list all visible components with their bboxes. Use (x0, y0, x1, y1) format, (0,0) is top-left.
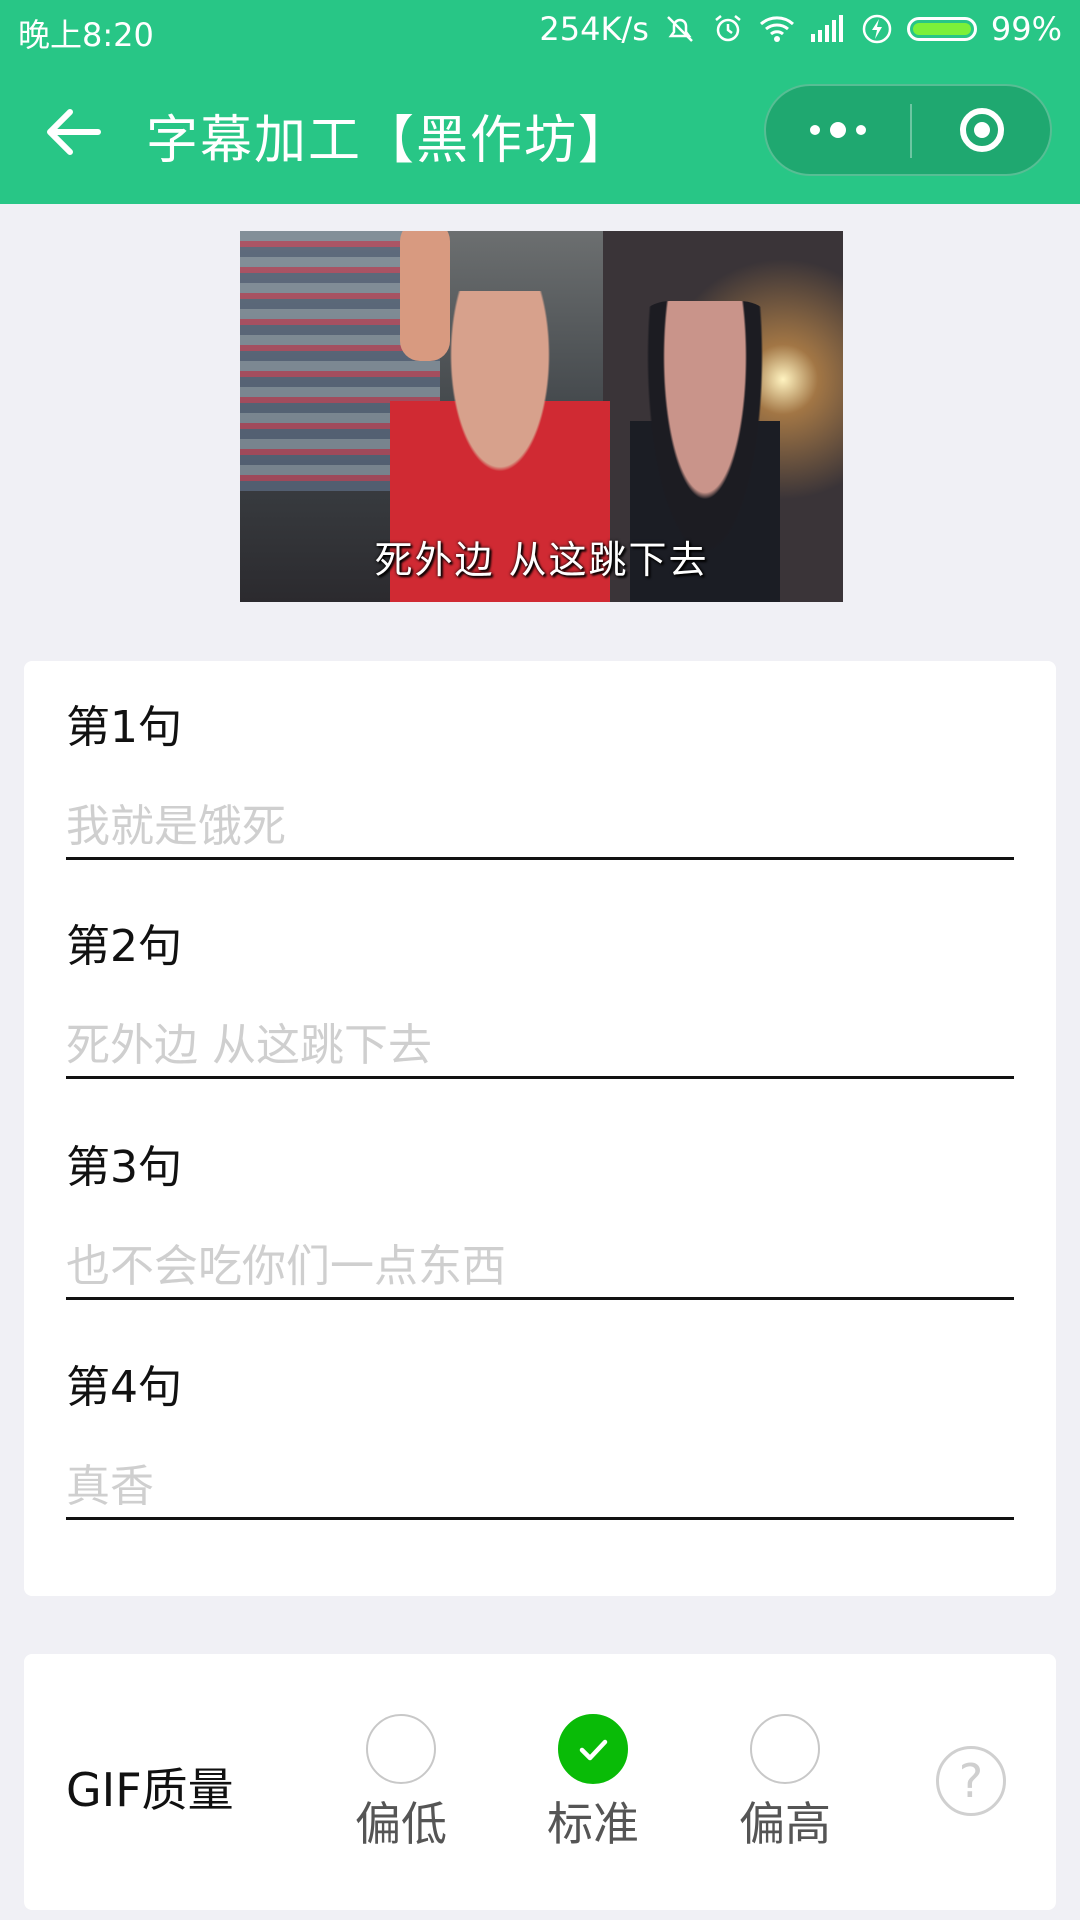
status-time: 晚上8:20 (18, 16, 154, 54)
mini-program-capsule (764, 84, 1052, 176)
option-label: 偏低 (355, 1797, 447, 1851)
sentences-card: 第1句 第2句 第3句 第4句 (24, 661, 1056, 1596)
sentence-label: 第3句 (66, 1142, 182, 1193)
net-speed: 254K/s (539, 10, 649, 48)
sentence-label: 第1句 (66, 702, 182, 753)
more-dots-icon[interactable] (766, 86, 910, 174)
signal-icon (809, 14, 847, 44)
wifi-icon (759, 14, 795, 44)
preview-caption: 死外边 从这跳下去 (374, 538, 709, 582)
sentence-input-4[interactable] (66, 1455, 1014, 1520)
quality-option-low[interactable]: 偏低 (346, 1714, 456, 1854)
mute-icon (663, 12, 697, 46)
back-arrow-icon[interactable] (40, 100, 110, 164)
battery-percent: 99% (990, 10, 1062, 48)
sentence-input-2[interactable] (66, 1014, 1014, 1079)
nav-bar: 字幕加工【黑作坊】 (0, 60, 1080, 204)
sentence-label: 第4句 (66, 1362, 182, 1413)
radio-unchecked-icon[interactable] (750, 1714, 820, 1784)
charging-icon (861, 13, 893, 45)
help-icon[interactable]: ? (936, 1746, 1006, 1816)
quality-card: GIF质量 偏低 标准 偏高 ? (24, 1654, 1056, 1910)
page-title: 字幕加工【黑作坊】 (146, 111, 633, 171)
sentence-input-3[interactable] (66, 1235, 1014, 1300)
gif-preview: 死外边 从这跳下去 (240, 231, 843, 602)
battery-icon (906, 17, 977, 41)
sentence-label: 第2句 (66, 921, 182, 972)
radio-checked-icon[interactable] (558, 1714, 628, 1784)
quality-option-standard[interactable]: 标准 (538, 1714, 648, 1854)
quality-label: GIF质量 (66, 1763, 234, 1817)
option-label: 标准 (547, 1797, 639, 1851)
status-bar: 晚上8:20 254K/s 99% (0, 0, 1080, 60)
option-label: 偏高 (739, 1797, 831, 1851)
alarm-icon (711, 12, 745, 46)
radio-unchecked-icon[interactable] (366, 1714, 436, 1784)
sentence-input-1[interactable] (66, 795, 1014, 860)
target-close-icon[interactable] (912, 86, 1052, 174)
status-icons: 254K/s 99% (539, 10, 1062, 48)
quality-option-high[interactable]: 偏高 (730, 1714, 840, 1854)
